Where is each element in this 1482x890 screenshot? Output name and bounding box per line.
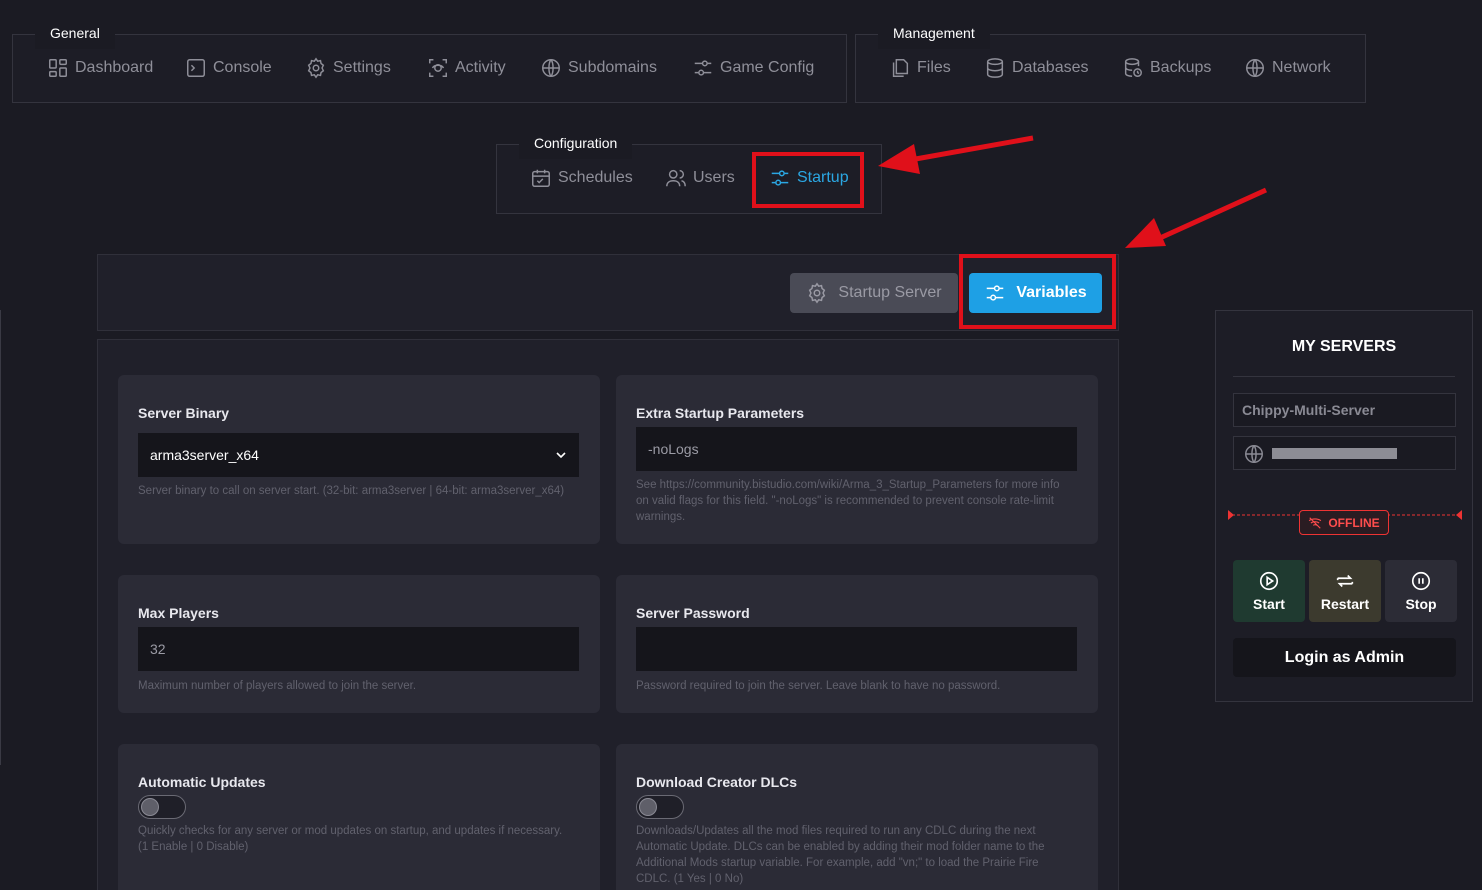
my-servers-title: MY SERVERS — [1291, 338, 1397, 355]
nav-group-management: Management Files Databases Backups Netwo… — [855, 19, 1366, 103]
nav-item-console[interactable]: Console — [185, 57, 272, 79]
variable-card-extra-params: Extra Startup Parameters See https://com… — [616, 375, 1098, 544]
nav-item-subdomains-label: Subdomains — [568, 59, 657, 76]
nav-item-files[interactable]: Files — [889, 57, 951, 79]
nav-item-console-label: Console — [213, 59, 272, 76]
chevron-down-icon — [556, 452, 566, 459]
my-servers-divider — [1233, 376, 1455, 377]
variable-card-server-password: Server Password Password required to joi… — [616, 575, 1098, 713]
server-binary-select[interactable]: arma3server_x64 — [138, 433, 579, 477]
variable-card-auto-updates: Automatic Updates Quickly checks for any… — [118, 744, 600, 890]
sliders-icon — [694, 60, 712, 76]
startup-highlight-box — [752, 152, 864, 208]
login-as-admin-button[interactable]: Login as Admin — [1233, 638, 1456, 677]
nav-item-activity[interactable]: Activity — [427, 57, 506, 79]
creator-dlcs-toggle[interactable] — [636, 795, 684, 819]
dashboard-icon — [49, 59, 67, 77]
nav-group-general: General Dashboard Console Settings Activ… — [12, 19, 847, 103]
max-players-input[interactable] — [138, 627, 579, 671]
left-edge-divider — [0, 310, 1, 765]
stop-label: Stop — [1405, 596, 1437, 612]
nav-item-schedules-label: Schedules — [558, 169, 633, 186]
extra-params-input[interactable] — [636, 427, 1077, 471]
play-icon — [1259, 571, 1279, 591]
restart-button[interactable]: Restart — [1309, 560, 1381, 622]
nav-item-databases-label: Databases — [1012, 59, 1089, 76]
nav-item-dashboard[interactable]: Dashboard — [47, 57, 153, 79]
server-name-field[interactable]: Chippy-Multi-Server — [1233, 393, 1456, 427]
globe-icon — [1245, 445, 1263, 463]
start-label: Start — [1253, 596, 1285, 612]
nav-item-settings[interactable]: Settings — [305, 57, 391, 79]
server-password-input[interactable] — [636, 627, 1077, 671]
variable-description: Downloads/Updates all the mod files requ… — [636, 825, 1045, 885]
backup-icon — [1124, 58, 1142, 77]
gear-icon — [809, 282, 826, 304]
variable-title: Automatic Updates — [138, 774, 266, 790]
activity-icon — [429, 59, 447, 77]
nav-item-game-config[interactable]: Game Config — [692, 57, 814, 79]
wifi-off-icon — [1309, 516, 1322, 529]
variable-title: Server Binary — [138, 405, 230, 421]
restart-icon — [1336, 574, 1354, 588]
nav-item-dashboard-label: Dashboard — [75, 59, 154, 76]
variable-description: Quickly checks for any server or mod upd… — [138, 825, 563, 853]
variable-title: Download Creator DLCs — [636, 774, 798, 790]
calendar-icon — [532, 169, 550, 187]
console-icon — [187, 59, 205, 77]
auto-updates-toggle[interactable] — [138, 795, 186, 819]
restart-label: Restart — [1320, 596, 1370, 612]
nav-group-configuration-legend: Configuration — [519, 129, 633, 159]
gear-icon — [307, 57, 325, 79]
nav-item-game-config-label: Game Config — [720, 59, 815, 76]
arrow-to-startup-icon — [878, 135, 1034, 174]
server-address-redacted — [1272, 448, 1397, 459]
status-text: OFFLINE — [1328, 515, 1380, 530]
variables-highlight-box — [959, 254, 1116, 329]
nav-item-backups-label: Backups — [1150, 59, 1212, 76]
variable-card-max-players: Max Players Maximum number of players al… — [118, 575, 600, 713]
variable-description: Password required to join the server. Le… — [636, 680, 1001, 692]
nav-group-management-legend: Management — [878, 19, 990, 49]
nav-item-users-label: Users — [693, 169, 735, 186]
nav-item-files-label: Files — [917, 59, 951, 76]
variable-description: Maximum number of players allowed to joi… — [138, 680, 417, 692]
variable-description: Server binary to call on server start. (… — [138, 485, 565, 497]
nav-item-subdomains[interactable]: Subdomains — [540, 57, 657, 79]
stop-button[interactable]: Stop — [1385, 560, 1457, 622]
nav-item-schedules[interactable]: Schedules — [530, 167, 633, 189]
globe-icon — [542, 59, 560, 77]
users-icon — [666, 169, 686, 187]
network-globe-icon — [1246, 59, 1264, 77]
toggle-knob — [141, 798, 159, 816]
server-binary-value: arma3server_x64 — [150, 447, 259, 463]
nav-item-activity-label: Activity — [455, 59, 506, 76]
files-icon — [892, 59, 909, 77]
pause-icon — [1411, 571, 1431, 591]
startup-server-button[interactable]: Startup Server — [790, 273, 958, 313]
startup-server-label: Startup Server — [838, 284, 942, 301]
variable-title: Max Players — [138, 605, 219, 621]
variable-card-creator-dlcs: Download Creator DLCs Downloads/Updates … — [616, 744, 1098, 890]
variable-title: Extra Startup Parameters — [636, 405, 805, 421]
start-button[interactable]: Start — [1233, 560, 1305, 622]
nav-item-network[interactable]: Network — [1244, 57, 1331, 79]
toggle-knob — [639, 798, 657, 816]
nav-group-general-legend: General — [35, 19, 115, 49]
nav-item-backups[interactable]: Backups — [1122, 57, 1211, 79]
arrow-to-variables-icon — [1125, 187, 1268, 248]
nav-item-network-label: Network — [1272, 59, 1331, 76]
status-badge: OFFLINE — [1299, 510, 1389, 535]
server-address-field[interactable] — [1233, 436, 1456, 470]
nav-item-databases[interactable]: Databases — [984, 57, 1089, 79]
variable-description: See https://community.bistudio.com/wiki/… — [636, 479, 1060, 523]
variable-card-server-binary: Server Binary arma3server_x64 Server bin… — [118, 375, 600, 544]
nav-item-users[interactable]: Users — [665, 167, 735, 189]
my-servers-panel: MY SERVERS Chippy-Multi-Server OFFLINE S… — [1215, 310, 1473, 702]
nav-item-settings-label: Settings — [333, 59, 391, 76]
database-icon — [986, 58, 1004, 78]
variable-title: Server Password — [636, 605, 750, 621]
